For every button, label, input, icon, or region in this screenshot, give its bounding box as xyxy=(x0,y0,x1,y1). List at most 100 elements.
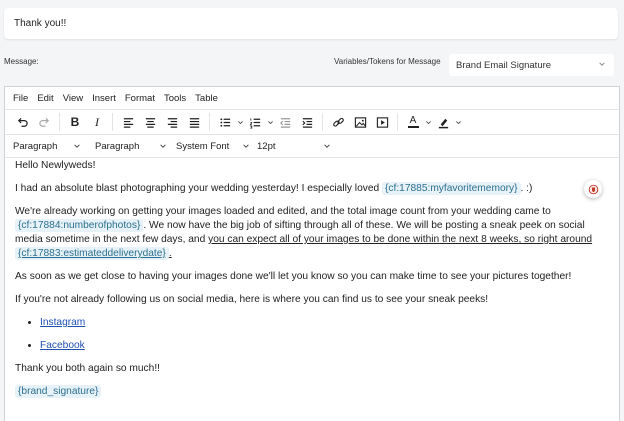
align-right-button[interactable] xyxy=(161,112,183,132)
paragraph-4-text: If you're not already following us on so… xyxy=(15,294,489,305)
chevron-down-icon xyxy=(456,120,461,124)
paragraph-1-end: . :) xyxy=(520,183,533,194)
align-center-button[interactable] xyxy=(139,112,161,132)
menu-view[interactable]: View xyxy=(63,93,83,104)
subject-input[interactable]: Thank you!! xyxy=(4,8,618,39)
editor-content[interactable]: Hello Newlyweds! I had an absolute blast… xyxy=(5,159,619,408)
variables-selected-value: Brand Email Signature xyxy=(456,60,552,71)
toolbar-divider xyxy=(322,113,323,131)
editor-format-bar: Paragraph Paragraph System Font 12pt xyxy=(5,134,619,158)
grammar-assistant-button[interactable] xyxy=(584,180,602,198)
indent-icon xyxy=(301,117,312,128)
menu-edit[interactable]: Edit xyxy=(37,93,53,104)
insert-image-button[interactable] xyxy=(349,112,371,132)
chevron-down-icon xyxy=(324,144,330,148)
paragraph-3: As soon as we get close to having your i… xyxy=(15,270,609,284)
font-color-swatch xyxy=(407,126,419,128)
greeting-paragraph: Hello Newlyweds! xyxy=(15,159,609,173)
redo-icon xyxy=(38,117,49,127)
chevron-down-icon xyxy=(426,120,431,124)
shield-icon xyxy=(588,184,598,194)
image-icon xyxy=(354,116,366,128)
font-size-value: 12pt xyxy=(257,140,276,152)
variables-select[interactable]: Brand Email Signature xyxy=(449,54,614,76)
bold-button[interactable]: B xyxy=(64,112,86,132)
highlight-color-dropdown[interactable] xyxy=(432,112,462,132)
favorite-memory-token[interactable]: {cf:17885:myfavoritememory} xyxy=(382,182,521,195)
paragraph-2-text: We're already working on getting your im… xyxy=(15,206,551,217)
indent-button[interactable] xyxy=(296,112,318,132)
list-item: Instagram xyxy=(40,316,609,330)
italic-button[interactable]: I xyxy=(86,112,108,132)
font-color-label: A xyxy=(409,115,417,126)
undo-button[interactable] xyxy=(11,112,33,132)
paragraph-2-end: . xyxy=(168,248,172,259)
undo-icon xyxy=(17,117,28,127)
font-family-dropdown[interactable]: System Font xyxy=(176,141,256,152)
paragraph-2: We're already working on getting your im… xyxy=(15,205,609,261)
toolbar-divider xyxy=(397,113,398,131)
numbered-list-button[interactable] xyxy=(244,112,266,132)
outdent-button[interactable] xyxy=(274,112,296,132)
menu-file[interactable]: File xyxy=(13,93,28,104)
paragraph-1-text: I had an absolute blast photographing yo… xyxy=(15,183,382,194)
chevron-down-icon xyxy=(160,144,166,148)
chevron-down-icon xyxy=(74,144,80,148)
align-justify-button[interactable] xyxy=(183,112,205,132)
font-family-value: System Font xyxy=(176,140,230,152)
menu-tools[interactable]: Tools xyxy=(164,93,186,104)
link-icon xyxy=(332,117,344,127)
paragraph-4: If you're not already following us on so… xyxy=(15,293,609,307)
facebook-link[interactable]: Facebook xyxy=(40,340,85,351)
menu-table[interactable]: Table xyxy=(195,93,218,104)
paragraph-5-text: Thank you both again so much!! xyxy=(15,363,160,374)
page: Thank you!! Message: Variables/Tokens fo… xyxy=(0,0,624,421)
editor-menubar: File Edit View Insert Format Tools Table xyxy=(5,87,619,109)
bullet-list-button[interactable] xyxy=(214,112,236,132)
redo-button[interactable] xyxy=(33,112,55,132)
bullet-list-dropdown[interactable] xyxy=(214,112,244,132)
paragraph-2-underlined: you can expect all of your images to be … xyxy=(208,234,593,245)
paragraph-1: I had an absolute blast photographing yo… xyxy=(15,182,609,196)
subject-value: Thank you!! xyxy=(14,18,67,29)
align-right-icon xyxy=(167,117,177,128)
menu-format[interactable]: Format xyxy=(125,93,155,104)
delivery-date-token[interactable]: {cf:17883:estimateddeliverydate} xyxy=(15,247,169,260)
align-left-button[interactable] xyxy=(117,112,139,132)
chevron-down-icon xyxy=(238,120,243,124)
align-center-icon xyxy=(145,117,155,128)
toolbar-divider xyxy=(112,113,113,131)
italic-label: I xyxy=(95,114,99,129)
rich-text-editor: File Edit View Insert Format Tools Table… xyxy=(4,86,620,421)
block-format-dropdown[interactable]: Paragraph xyxy=(13,141,93,152)
numbered-list-dropdown[interactable] xyxy=(244,112,274,132)
font-size-dropdown[interactable]: 12pt xyxy=(257,141,337,152)
toolbar-divider xyxy=(59,113,60,131)
font-color-dropdown[interactable]: A xyxy=(402,112,432,132)
menu-insert[interactable]: Insert xyxy=(92,93,116,104)
number-of-photos-token[interactable]: {cf:17884:numberofphotos} xyxy=(15,219,144,232)
chevron-down-icon xyxy=(599,62,605,66)
instagram-link[interactable]: Instagram xyxy=(40,317,85,328)
brand-signature-token[interactable]: {brand_signature} xyxy=(15,385,102,398)
list-item: Facebook xyxy=(40,339,609,353)
paragraph-style-dropdown[interactable]: Paragraph xyxy=(95,141,175,152)
chevron-down-icon xyxy=(243,144,249,148)
block-format-value: Paragraph xyxy=(13,140,58,152)
insert-link-button[interactable] xyxy=(327,112,349,132)
insert-media-button[interactable] xyxy=(371,112,393,132)
social-links-list: Instagram Facebook xyxy=(40,316,609,353)
variables-label: Variables/Tokens for Message xyxy=(334,57,441,66)
highlight-color-button[interactable] xyxy=(432,112,454,132)
media-icon xyxy=(376,116,388,128)
editor-toolbar: B I A xyxy=(5,109,619,134)
paragraph-5: Thank you both again so much!! xyxy=(15,362,609,376)
greeting-text: Hello Newlyweds! xyxy=(15,160,96,171)
signature-paragraph: {brand_signature} xyxy=(15,385,609,399)
paragraph-style-value: Paragraph xyxy=(95,140,140,152)
align-left-icon xyxy=(123,117,133,128)
font-color-button[interactable]: A xyxy=(402,112,424,132)
align-justify-icon xyxy=(189,117,199,128)
bullet-list-icon xyxy=(219,117,230,127)
message-label: Message: xyxy=(4,57,39,66)
